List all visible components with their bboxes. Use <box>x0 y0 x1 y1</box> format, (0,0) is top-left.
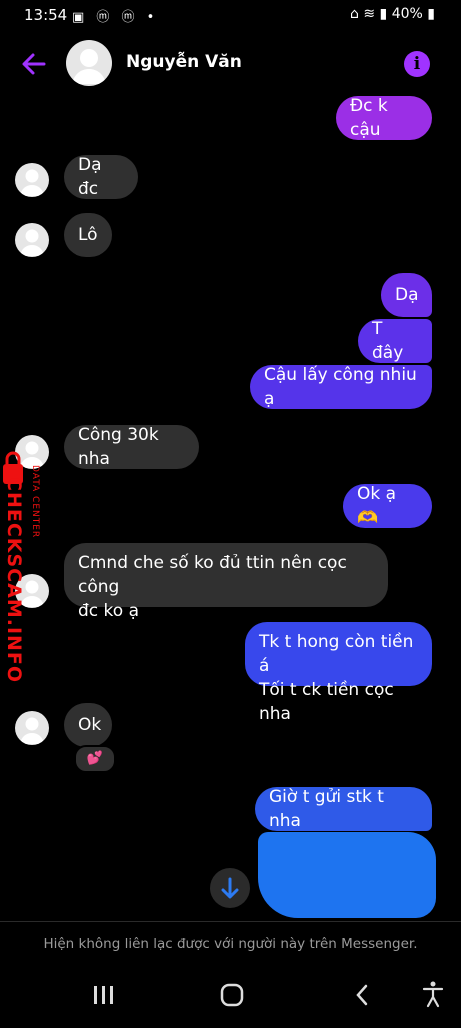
watermark-brand: CHECKSCAM.INFO <box>3 477 25 684</box>
contact-name[interactable]: Nguyễn Văn <box>126 52 242 72</box>
message-text: Dạ <box>395 285 419 305</box>
message-text-line: Cmnd che số ko đủ ttin nên cọc công <box>78 553 347 597</box>
unavailable-notice: Hiện không liên lạc được với người này t… <box>43 936 418 952</box>
message-out[interactable]: Tk t hong còn tiền á Tối t ck tiền cọc n… <box>245 622 432 724</box>
home-icon[interactable] <box>220 983 244 1007</box>
divider <box>0 921 461 922</box>
sender-avatar[interactable] <box>15 223 49 257</box>
back-icon[interactable] <box>356 984 368 1006</box>
watermark: CHECKSCAM.INFO DATA CENTER <box>0 450 50 683</box>
redacted-message <box>258 832 436 918</box>
message-out[interactable]: Dạ <box>381 273 432 317</box>
message-text: Dạ đc <box>78 155 102 199</box>
message-out[interactable]: Ok ạ 🫶 <box>343 484 432 528</box>
watermark-sub: DATA CENTER <box>30 465 40 539</box>
status-right: ⌂ ≋ ▮ 40% ▮ <box>350 6 435 22</box>
message-out[interactable]: T đây <box>358 319 432 363</box>
message-in[interactable]: Lô <box>64 213 112 257</box>
message-text: Ok ạ 🫶 <box>357 484 397 528</box>
system-nav-bar <box>0 970 461 1024</box>
status-time: 13:54 <box>24 6 68 24</box>
scroll-down-button[interactable] <box>210 868 250 908</box>
message-out[interactable]: Cậu lấy công nhiu ạ <box>250 365 432 409</box>
reaction-badge[interactable]: 💕 <box>74 745 116 773</box>
recent-apps-icon[interactable] <box>94 986 113 1004</box>
message-text: Công 30k nha <box>78 425 159 469</box>
heart-icon: 💕 <box>86 751 104 766</box>
message-text: Lô <box>78 225 98 245</box>
message-in[interactable]: Dạ đc <box>64 155 138 199</box>
message-text-line: Tk t hong còn tiền á <box>259 632 414 676</box>
sender-avatar[interactable] <box>15 163 49 197</box>
message-text: Ok <box>78 715 102 735</box>
message-text: Giờ t gửi stk t nha <box>269 787 384 831</box>
message-text: Đc k cậu <box>350 96 388 140</box>
info-icon[interactable]: i <box>404 51 430 77</box>
notification-icons: ▣ ⓜ ⓜ • <box>72 10 159 25</box>
message-out[interactable]: Đc k cậu <box>336 96 432 140</box>
status-bar: 13:54 ▣ ⓜ ⓜ • ⌂ ≋ ▮ 40% ▮ <box>0 0 461 32</box>
message-text-line: Tối t ck tiền cọc nha <box>259 680 394 724</box>
back-arrow-icon[interactable] <box>16 46 52 82</box>
message-text: T đây <box>372 319 404 363</box>
message-text-line: đc ko ạ <box>78 601 140 621</box>
message-in[interactable]: Công 30k nha <box>64 425 199 469</box>
battery-icon: ▮ <box>427 6 435 22</box>
message-text: Cậu lấy công nhiu ạ <box>264 365 417 409</box>
message-in[interactable]: Cmnd che số ko đủ ttin nên cọc công đc k… <box>64 543 388 621</box>
sender-avatar[interactable] <box>15 711 49 745</box>
accessibility-icon[interactable] <box>422 981 444 1008</box>
battery-level: 40% <box>391 6 423 22</box>
message-out[interactable]: Giờ t gửi stk t nha <box>255 787 432 831</box>
contact-avatar[interactable] <box>66 40 112 86</box>
message-in[interactable]: Ok <box>64 703 112 747</box>
signal-icon: ⌂ ≋ ▮ <box>350 6 388 22</box>
